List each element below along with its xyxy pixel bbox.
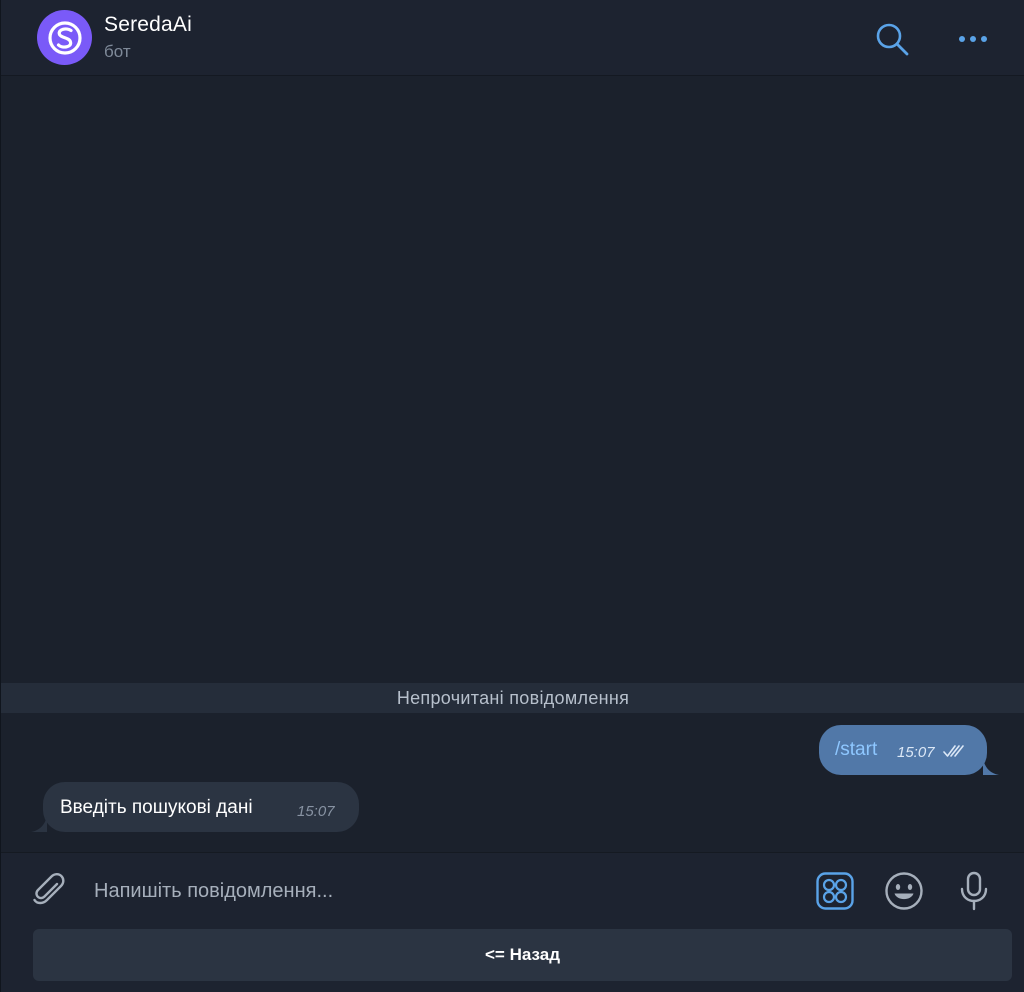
message-text[interactable]: /start xyxy=(835,739,877,761)
chat-subtitle: бот xyxy=(104,42,131,61)
microphone-icon xyxy=(960,871,988,911)
message-input[interactable] xyxy=(94,877,794,905)
message-time: 15:07 xyxy=(897,744,935,761)
composer: <= Назад xyxy=(1,852,1024,992)
attach-button[interactable] xyxy=(29,869,69,911)
chat-window: SeredaAi бот Непрочитані повідомлення /s… xyxy=(0,0,1024,992)
message-text[interactable]: Введіть пошукові дані xyxy=(60,797,253,819)
voice-record-button[interactable] xyxy=(955,869,993,913)
more-dots-icon xyxy=(959,36,987,42)
reply-keyboard-back-button[interactable]: <= Назад xyxy=(33,929,1012,981)
double-check-icon xyxy=(943,745,964,757)
incoming-message[interactable]: Введіть пошукові дані 15:07 xyxy=(31,782,359,832)
sereda-logo-icon xyxy=(47,20,82,55)
message-list[interactable]: Непрочитані повідомлення /start 15:07 Вв… xyxy=(1,76,1024,852)
chat-header: SeredaAi бот xyxy=(1,0,1024,76)
bubble-tail xyxy=(31,816,47,832)
search-icon xyxy=(876,23,909,56)
avatar[interactable] xyxy=(37,10,92,65)
message-time: 15:07 xyxy=(297,803,335,820)
bot-menu-icon xyxy=(816,872,854,910)
search-button[interactable] xyxy=(871,18,913,60)
chat-title[interactable]: SeredaAi xyxy=(104,13,192,37)
outgoing-message[interactable]: /start 15:07 xyxy=(819,725,999,775)
bubble-tail xyxy=(983,759,999,775)
unread-divider: Непрочитані повідомлення xyxy=(1,683,1024,713)
emoji-button[interactable] xyxy=(883,870,925,912)
emoji-icon xyxy=(885,872,923,910)
bot-commands-button[interactable] xyxy=(815,871,855,911)
paperclip-icon xyxy=(33,873,65,905)
more-options-button[interactable] xyxy=(951,18,995,60)
